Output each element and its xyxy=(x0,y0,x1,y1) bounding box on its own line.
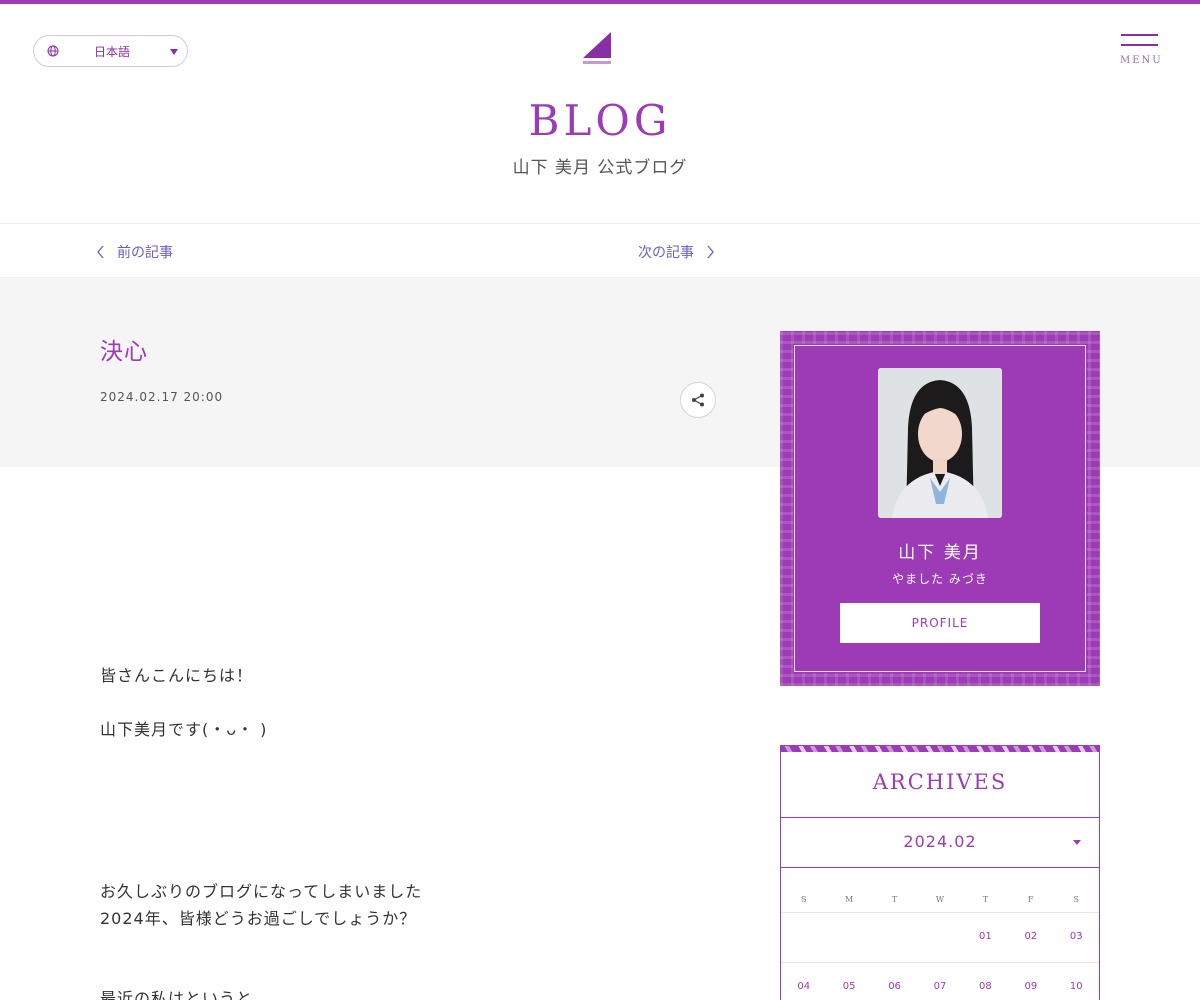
divider xyxy=(781,867,1099,868)
chevron-left-icon xyxy=(97,245,104,259)
calendar-day[interactable]: 08 xyxy=(963,981,1008,992)
weekday-label: S xyxy=(1073,895,1079,904)
calendar-day[interactable]: 01 xyxy=(963,931,1008,942)
logo[interactable] xyxy=(580,30,614,68)
profile-button[interactable]: PROFILE xyxy=(840,603,1040,643)
calendar-week-row: 01 02 03 xyxy=(781,931,1099,942)
member-photo[interactable] xyxy=(878,368,1002,518)
language-label: 日本語 xyxy=(94,45,131,59)
calendar-day xyxy=(826,931,871,942)
calendar-week-row: 04 05 06 07 08 09 10 xyxy=(781,981,1099,992)
caret-down-icon xyxy=(1073,840,1081,845)
calendar-day[interactable]: 03 xyxy=(1054,931,1099,942)
archives-pattern-band xyxy=(781,746,1099,752)
calendar-day[interactable]: 06 xyxy=(872,981,917,992)
calendar-day xyxy=(781,931,826,942)
next-article-link[interactable]: 次の記事 xyxy=(638,242,715,262)
archives-title: ARCHIVES xyxy=(872,770,1008,794)
calendar-day xyxy=(917,931,962,942)
weekday-label: W xyxy=(935,895,945,904)
post-paragraph: 山下美月です(・ᴗ・ ) xyxy=(100,720,268,739)
calendar-day[interactable]: 10 xyxy=(1054,981,1099,992)
calendar-day xyxy=(872,931,917,942)
post-paragraph: 最近の私はというと xyxy=(100,989,254,1000)
next-article-label: 次の記事 xyxy=(638,245,694,261)
caret-down-icon xyxy=(170,49,178,55)
weekday-label: S xyxy=(800,895,807,904)
weekday-label: M xyxy=(845,895,854,904)
calendar-day[interactable]: 05 xyxy=(826,981,871,992)
top-accent-bar xyxy=(0,0,1200,4)
post-paragraph: 2024年、皆様どうお過ごしでしょうか？ xyxy=(100,909,417,928)
weekday-label: T xyxy=(891,895,898,904)
member-name: 山下 美月 xyxy=(898,543,982,563)
member-name-kana: やました みづき xyxy=(892,572,988,586)
page-title: BLOG xyxy=(528,96,672,145)
chevron-right-icon xyxy=(707,245,714,259)
selected-month: 2024.02 xyxy=(903,832,977,851)
hamburger-line xyxy=(1121,44,1158,46)
hamburger-icon xyxy=(1121,34,1158,36)
globe-icon xyxy=(47,45,59,57)
calendar-divider xyxy=(781,912,1099,913)
calendar-day[interactable]: 04 xyxy=(781,981,826,992)
profile-card: 山下 美月 やました みづき PROFILE xyxy=(780,331,1100,686)
month-selector[interactable]: 2024.02 xyxy=(781,818,1099,868)
share-icon xyxy=(692,393,704,407)
post-paragraph: お久しぶりのブログになってしまいました xyxy=(100,882,423,901)
prev-article-link[interactable]: 前の記事 xyxy=(96,242,173,262)
post-paragraph: 皆さんこんにちは！ xyxy=(100,666,254,685)
page-subtitle: 山下 美月 公式ブログ xyxy=(512,158,688,178)
member-photo-image xyxy=(878,368,1002,518)
prev-article-label: 前の記事 xyxy=(117,245,173,261)
menu-label: MENU xyxy=(1120,55,1163,66)
article-nav: 前の記事 次の記事 xyxy=(0,223,1200,278)
share-button[interactable] xyxy=(680,382,716,418)
archives-panel: ARCHIVES 2024.02 S M T W T F S 01 02 03 … xyxy=(780,745,1100,1000)
calendar-day[interactable]: 02 xyxy=(1008,931,1053,942)
weekday-label: F xyxy=(1028,895,1034,904)
post-date: 2024.02.17 20:00 xyxy=(100,390,224,404)
weekday-label: T xyxy=(982,895,989,904)
calendar-weekday-row: S M T W T F S xyxy=(781,895,1099,904)
calendar-day[interactable]: 07 xyxy=(917,981,962,992)
menu-button[interactable]: MENU xyxy=(1118,34,1162,70)
post-title: 決心 xyxy=(100,339,148,365)
calendar-divider xyxy=(781,962,1099,963)
language-selector[interactable]: 日本語 xyxy=(33,35,188,67)
calendar-day[interactable]: 09 xyxy=(1008,981,1053,992)
